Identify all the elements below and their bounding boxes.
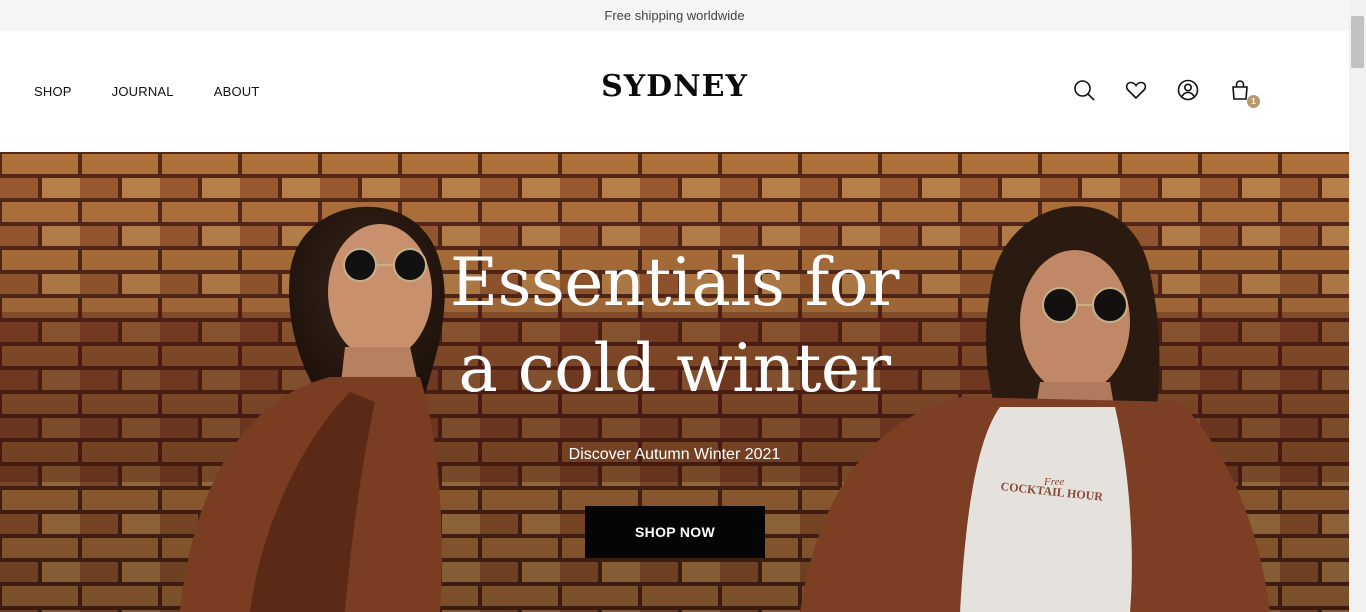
account-icon[interactable] [1177,79,1199,101]
site-header: SHOP JOURNAL ABOUT SYDNEY 1 [0,31,1349,152]
hero-banner: Free COCKTAIL HOUR Essentials for a cold… [0,152,1349,612]
hero-subtitle: Discover Autumn Winter 2021 [568,446,781,463]
header-icons: 1 [1073,79,1260,108]
announcement-text: Free shipping worldwide [604,8,745,23]
page-scrollbar[interactable] [1349,0,1366,612]
bag-icon[interactable]: 1 [1229,79,1260,108]
scrollbar-thumb[interactable] [1351,16,1364,68]
hero-headline: Essentials for a cold winter [0,240,1349,412]
announcement-bar: Free shipping worldwide [0,0,1349,31]
hero-headline-line-2: a cold winter [458,330,891,407]
cart-count-badge: 1 [1247,95,1260,108]
shop-now-button[interactable]: SHOP NOW [585,506,765,558]
heart-icon[interactable] [1125,79,1147,101]
search-icon[interactable] [1073,79,1095,101]
hero-headline-line-1: Essentials for [449,244,900,321]
